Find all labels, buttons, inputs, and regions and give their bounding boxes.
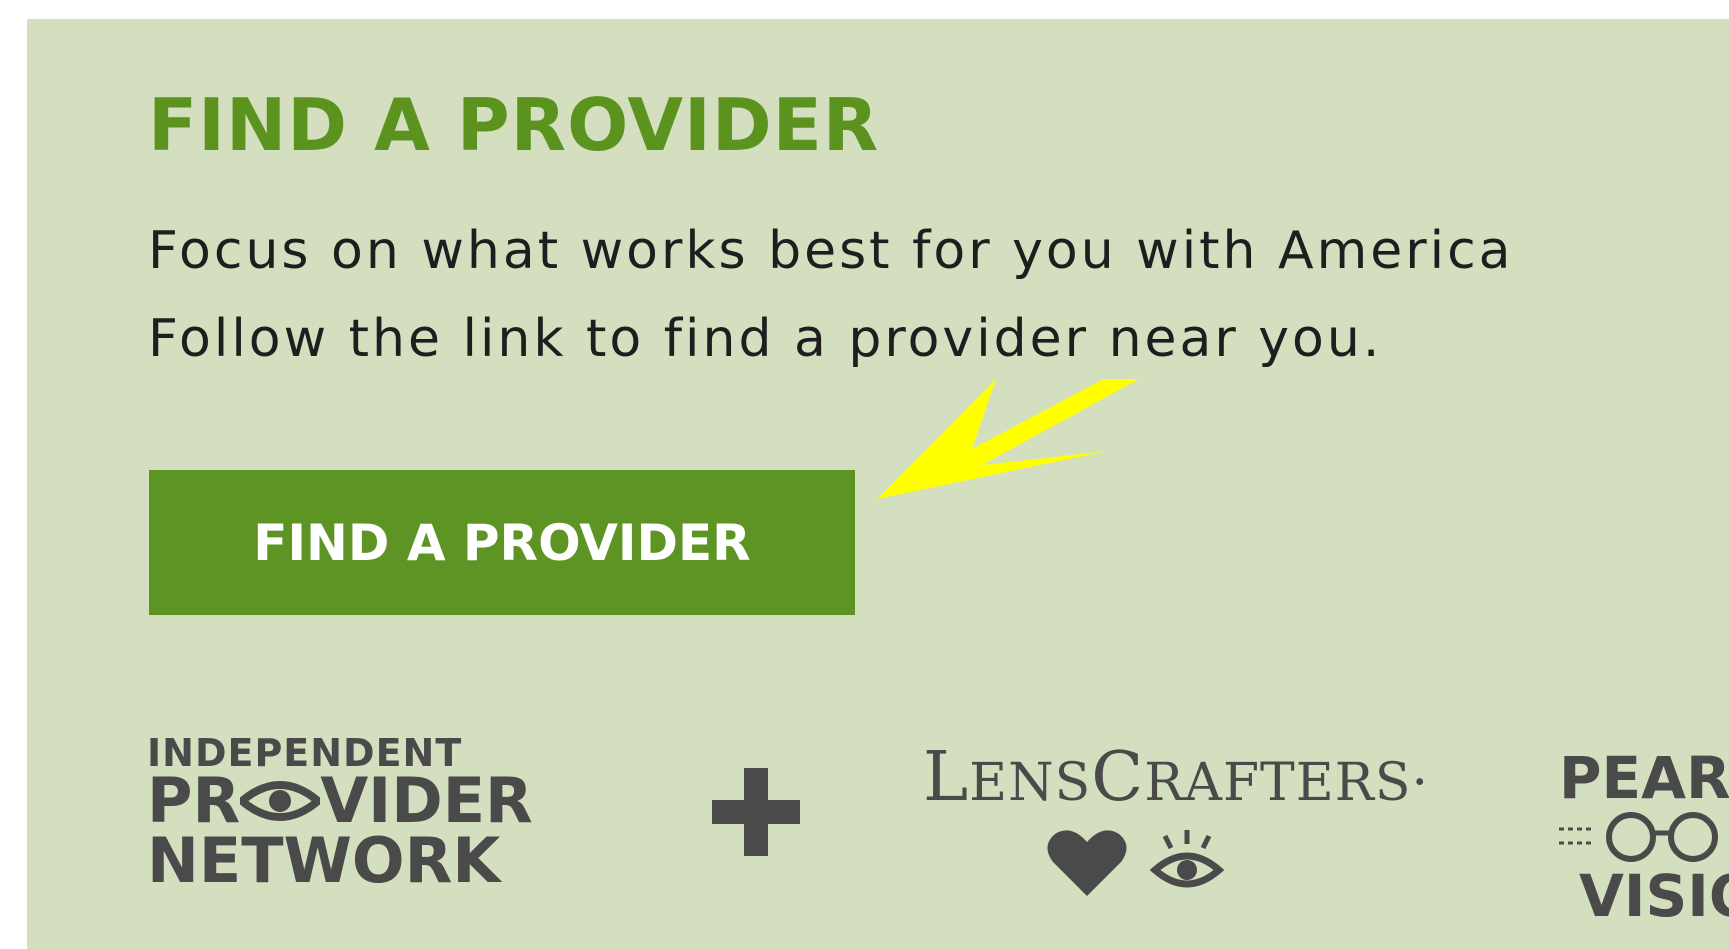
- lenscrafters-logo: LENSCRAFTERS·: [891, 744, 1461, 812]
- ipn-logo-line-2: PR VIDER: [147, 770, 587, 832]
- lenscrafters-icons: [1047, 830, 1225, 896]
- heart-icon: [1047, 830, 1127, 896]
- lenscrafters-c: C: [1091, 738, 1145, 817]
- description-line-1: Focus on what works best for you with Am…: [148, 221, 1514, 281]
- eye-icon: [1149, 830, 1225, 888]
- description-line-2: Follow the link to find a provider near …: [148, 309, 1383, 369]
- find-provider-panel: FIND A PROVIDER Focus on what works best…: [27, 19, 1729, 949]
- ipn-logo-vider: VIDER: [320, 764, 533, 837]
- lenscrafters-rafters: RAFTERS: [1144, 753, 1412, 813]
- yellow-arrow-annotation-icon: [877, 379, 1139, 499]
- glasses-icon: [1559, 812, 1718, 862]
- lenscrafters-l: L: [922, 738, 970, 817]
- page-title: FIND A PROVIDER: [148, 83, 880, 167]
- pearle-vision-logo: PEARL VISIO: [1559, 749, 1729, 925]
- eye-icon: [240, 781, 321, 821]
- pearle-logo-line-3: VISIO: [1579, 862, 1729, 930]
- lenscrafters-ens: ENS: [969, 753, 1092, 813]
- plus-icon: [712, 768, 800, 856]
- lenscrafters-trademark: ·: [1411, 753, 1429, 813]
- pearle-logo-line-1: PEARL: [1559, 744, 1729, 812]
- ipn-logo-pr: PR: [147, 764, 241, 837]
- independent-provider-network-logo: INDEPENDENT PR VIDER NETWORK: [147, 734, 587, 892]
- find-provider-button[interactable]: FIND A PROVIDER: [149, 470, 855, 615]
- ipn-logo-line-3: NETWORK: [147, 824, 501, 897]
- description: Focus on what works best for you with Am…: [148, 207, 1514, 383]
